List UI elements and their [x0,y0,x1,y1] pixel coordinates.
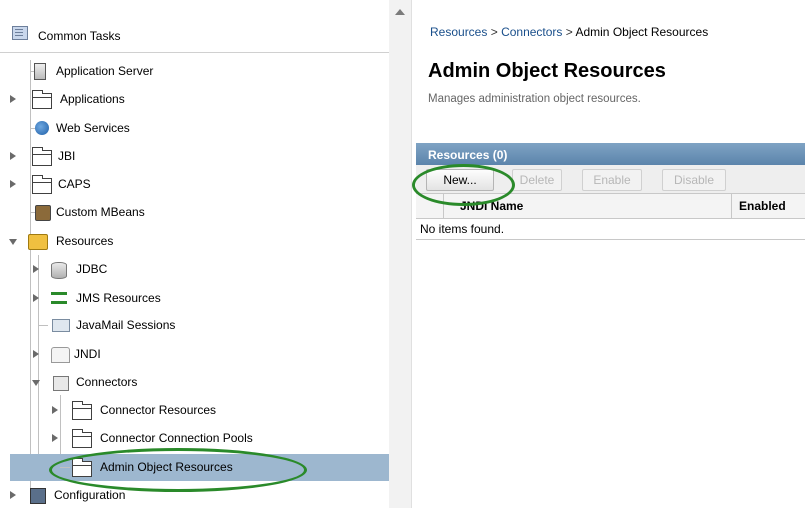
folder-icon [32,147,52,166]
jndi-icon [51,347,70,363]
new-button[interactable]: New... [426,169,494,191]
breadcrumb-separator: > [565,25,573,39]
breadcrumb-link-resources[interactable]: Resources [430,25,487,39]
expand-arrow-icon[interactable] [33,265,39,273]
expand-arrow-icon[interactable] [52,406,58,414]
select-column-header[interactable] [416,194,444,218]
tree-item-custom-mbeans[interactable]: Custom MBeans [0,201,389,223]
tree-item-label: JMS Resources [76,291,161,305]
navigation-tree-panel: Common Tasks Application Server Applicat… [0,0,390,508]
config-icon [30,488,46,504]
delete-button[interactable]: Delete [512,169,562,191]
tree-item-label: Application Server [56,64,154,78]
tree-item-jndi[interactable]: JNDI [0,343,389,365]
scroll-up-arrow-icon[interactable] [395,9,405,15]
breadcrumb-link-connectors[interactable]: Connectors [501,25,562,39]
tree-item-label: Web Services [56,121,130,135]
tree-header: Common Tasks [0,0,389,53]
tree-item-label: JavaMail Sessions [76,318,176,332]
folder-icon [72,401,92,420]
column-header-enabled[interactable]: Enabled [735,194,805,218]
tree-item-admin-object-resources[interactable]: Admin Object Resources [10,454,389,481]
tree-header-title[interactable]: Common Tasks [38,29,120,43]
tree-item-label: Connector Resources [100,403,217,417]
mail-icon [52,319,70,332]
tree-item-jdbc[interactable]: JDBC [0,258,389,280]
tree-item-label: JDBC [76,262,108,276]
tree-item-label: Connector Connection Pools [100,431,253,445]
table-title: Resources (0) [416,143,805,165]
resources-icon [28,234,48,250]
page-description: Manages administration object resources. [428,93,641,105]
breadcrumb-separator: > [490,25,498,39]
server-icon [34,63,46,80]
page-title: Admin Object Resources [428,60,666,82]
expand-arrow-icon[interactable] [10,180,16,188]
resources-table: Resources (0) New... Delete Enable Disab… [416,143,805,240]
common-tasks-icon [12,26,28,40]
tree-item-configuration[interactable]: Configuration [0,484,389,506]
empty-message: No items found. [416,219,805,240]
expand-arrow-icon[interactable] [33,294,39,302]
tree-item-applications[interactable]: Applications [0,88,389,110]
disable-button[interactable]: Disable [662,169,726,191]
tree-item-label: Resources [56,234,114,248]
tree-item-label: JNDI [74,347,101,361]
tree-item-label: CAPS [58,177,91,191]
tree-item-caps[interactable]: CAPS [0,173,389,195]
tree-item-label: Custom MBeans [56,205,145,219]
breadcrumb-current: Admin Object Resources [575,25,709,39]
enable-button[interactable]: Enable [582,169,642,191]
breadcrumb: Resources > Connectors > Admin Object Re… [430,25,708,39]
tree-item-jbi[interactable]: JBI [0,145,389,167]
expand-arrow-icon[interactable] [10,491,16,499]
tree-item-connector-resources[interactable]: Connector Resources [0,399,389,421]
table-toolbar: New... Delete Enable Disable [416,165,805,194]
folder-icon [72,429,92,448]
expand-arrow-icon[interactable] [10,152,16,160]
folder-icon [32,90,52,109]
tree-item-label: Admin Object Resources [100,460,233,474]
tree-item-connectors[interactable]: Connectors [0,371,389,393]
expand-arrow-icon[interactable] [10,95,16,103]
tree-item-web-services[interactable]: Web Services [0,117,389,139]
database-icon [51,262,67,279]
bean-icon [35,205,51,221]
collapse-arrow-icon[interactable] [9,239,17,245]
tree-item-label: Applications [60,92,125,106]
tree-item-label: Connectors [76,375,138,389]
expand-arrow-icon[interactable] [52,434,58,442]
content-panel: Resources > Connectors > Admin Object Re… [412,0,805,508]
tree-item-jms-resources[interactable]: JMS Resources [0,287,389,309]
expand-arrow-icon[interactable] [33,350,39,358]
folder-icon [32,175,52,194]
tree-scrollbar[interactable] [389,0,412,508]
collapse-arrow-icon[interactable] [32,380,40,386]
tree-item-connector-connection-pools[interactable]: Connector Connection Pools [0,427,389,449]
tree-item-resources[interactable]: Resources [0,230,389,252]
tree-item-application-server[interactable]: Application Server [0,60,389,82]
tree-item-label: Configuration [54,488,126,502]
folder-icon [72,458,92,477]
app-window: Common Tasks Application Server Applicat… [0,0,805,508]
table-column-header: JNDI Name Enabled [416,194,805,219]
connector-icon [53,376,69,391]
tree-item-label: JBI [58,149,76,163]
tree-item-javamail-sessions[interactable]: JavaMail Sessions [0,314,389,336]
globe-icon [35,121,49,135]
column-header-jndi-name[interactable]: JNDI Name [444,194,732,218]
jms-icon [51,292,67,304]
